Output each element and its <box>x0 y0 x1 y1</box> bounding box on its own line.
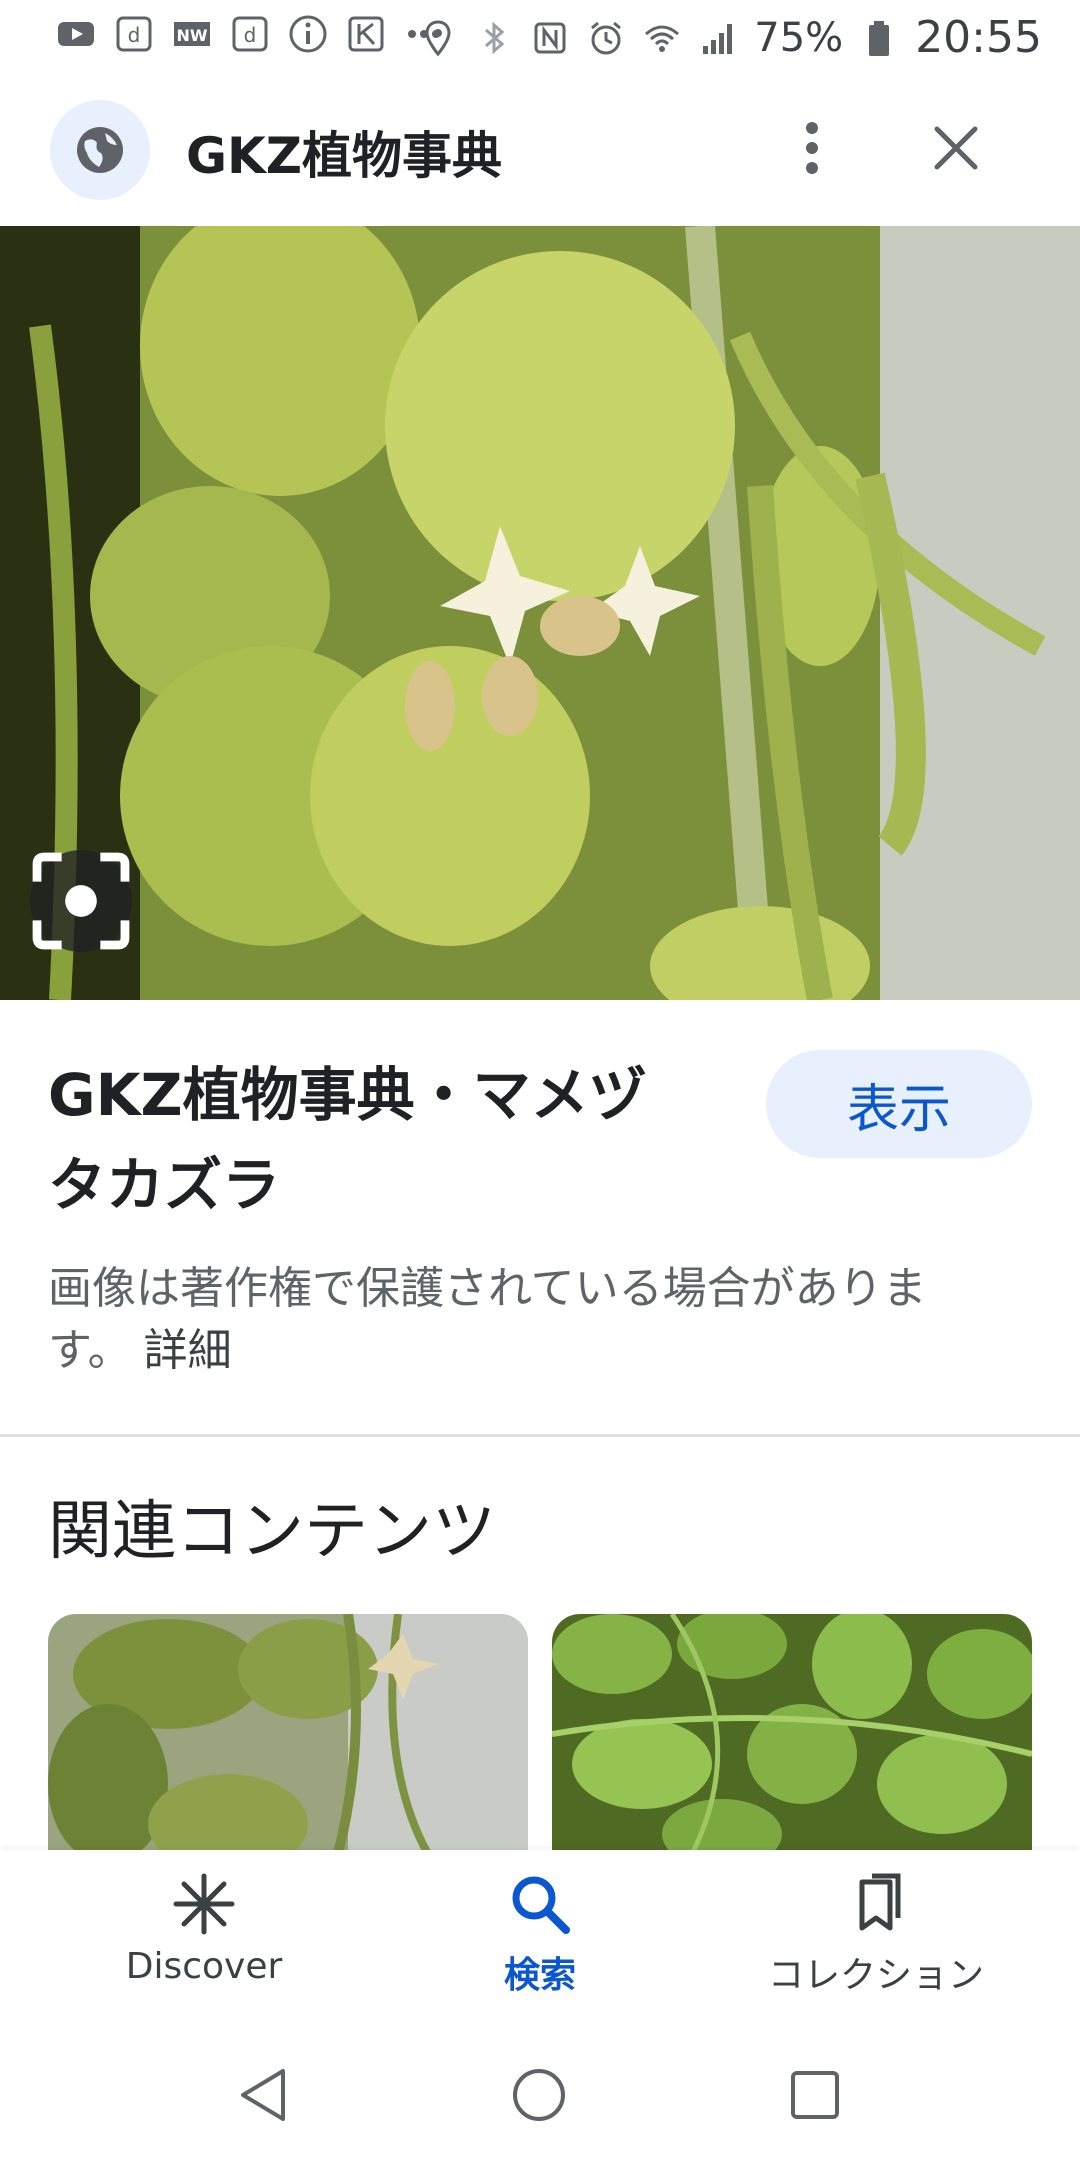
nav-collections-label: コレクション <box>767 1955 984 1996</box>
view-button[interactable]: 表示 <box>766 1050 1032 1158</box>
system-navigation <box>0 2030 1080 2160</box>
nav-collections[interactable]: コレクション <box>726 1872 1026 1998</box>
system-status: 75% 20:55 <box>418 12 1042 63</box>
signal-icon <box>698 18 738 58</box>
nfc-icon <box>530 18 570 58</box>
details-link[interactable]: 詳細 <box>144 1325 232 1376</box>
alarm-icon <box>586 18 626 58</box>
plant-photo <box>0 226 1080 1000</box>
globe-icon[interactable] <box>50 100 150 200</box>
svg-text:d: d <box>128 23 141 47</box>
youtube-icon <box>56 14 96 54</box>
nav-search-label: 検索 <box>503 1955 576 1996</box>
nav-search[interactable]: 検索 <box>390 1872 690 1998</box>
wifi-icon <box>642 18 682 58</box>
nav-discover[interactable]: Discover <box>54 1872 354 1987</box>
related-thumbnail[interactable] <box>48 1614 528 1854</box>
bluetooth-icon <box>474 18 514 58</box>
k-app-icon <box>346 14 386 54</box>
d-app-icon: d <box>114 14 154 54</box>
battery-icon <box>859 18 899 58</box>
search-icon <box>512 1876 570 1934</box>
news-icon: NW <box>172 14 212 54</box>
custom-tab-header: GKZ植物事典 <box>0 96 1080 204</box>
more-vert-icon[interactable] <box>784 114 840 182</box>
copyright-notice: 画像は著作権で保護されている場合があります。 詳細 <box>48 1258 1008 1382</box>
collections-icon <box>859 1873 901 1931</box>
home-icon[interactable] <box>504 2060 574 2130</box>
lens-icon[interactable] <box>30 850 132 952</box>
back-icon[interactable] <box>228 2060 298 2130</box>
related-image <box>48 1614 528 1854</box>
hero-image[interactable] <box>0 226 1080 1000</box>
related-thumbnail[interactable] <box>552 1614 1032 1854</box>
battery-percent: 75% <box>754 14 844 61</box>
recents-icon[interactable] <box>780 2060 850 2130</box>
info-icon <box>288 14 328 54</box>
svg-text:NW: NW <box>176 26 207 45</box>
bottom-navigation: Discover 検索 コレクション <box>0 1850 1080 2030</box>
related-image <box>552 1614 1032 1854</box>
notification-icons: d NW d <box>56 14 444 54</box>
divider <box>0 1434 1080 1437</box>
svg-text:d: d <box>244 23 257 47</box>
status-bar: d NW d 75% 20:55 <box>0 0 1080 76</box>
asterisk-icon <box>173 1873 235 1935</box>
d-app-icon: d <box>230 14 270 54</box>
related-heading: 関連コンテンツ <box>48 1495 496 1569</box>
nav-discover-label: Discover <box>125 1946 283 1987</box>
page-title: GKZ植物事典 <box>186 127 503 185</box>
clock: 20:55 <box>915 12 1042 63</box>
result-title: GKZ植物事典・マメヅタカズラ <box>48 1061 647 1219</box>
location-icon <box>418 18 458 58</box>
close-icon[interactable] <box>922 114 990 182</box>
